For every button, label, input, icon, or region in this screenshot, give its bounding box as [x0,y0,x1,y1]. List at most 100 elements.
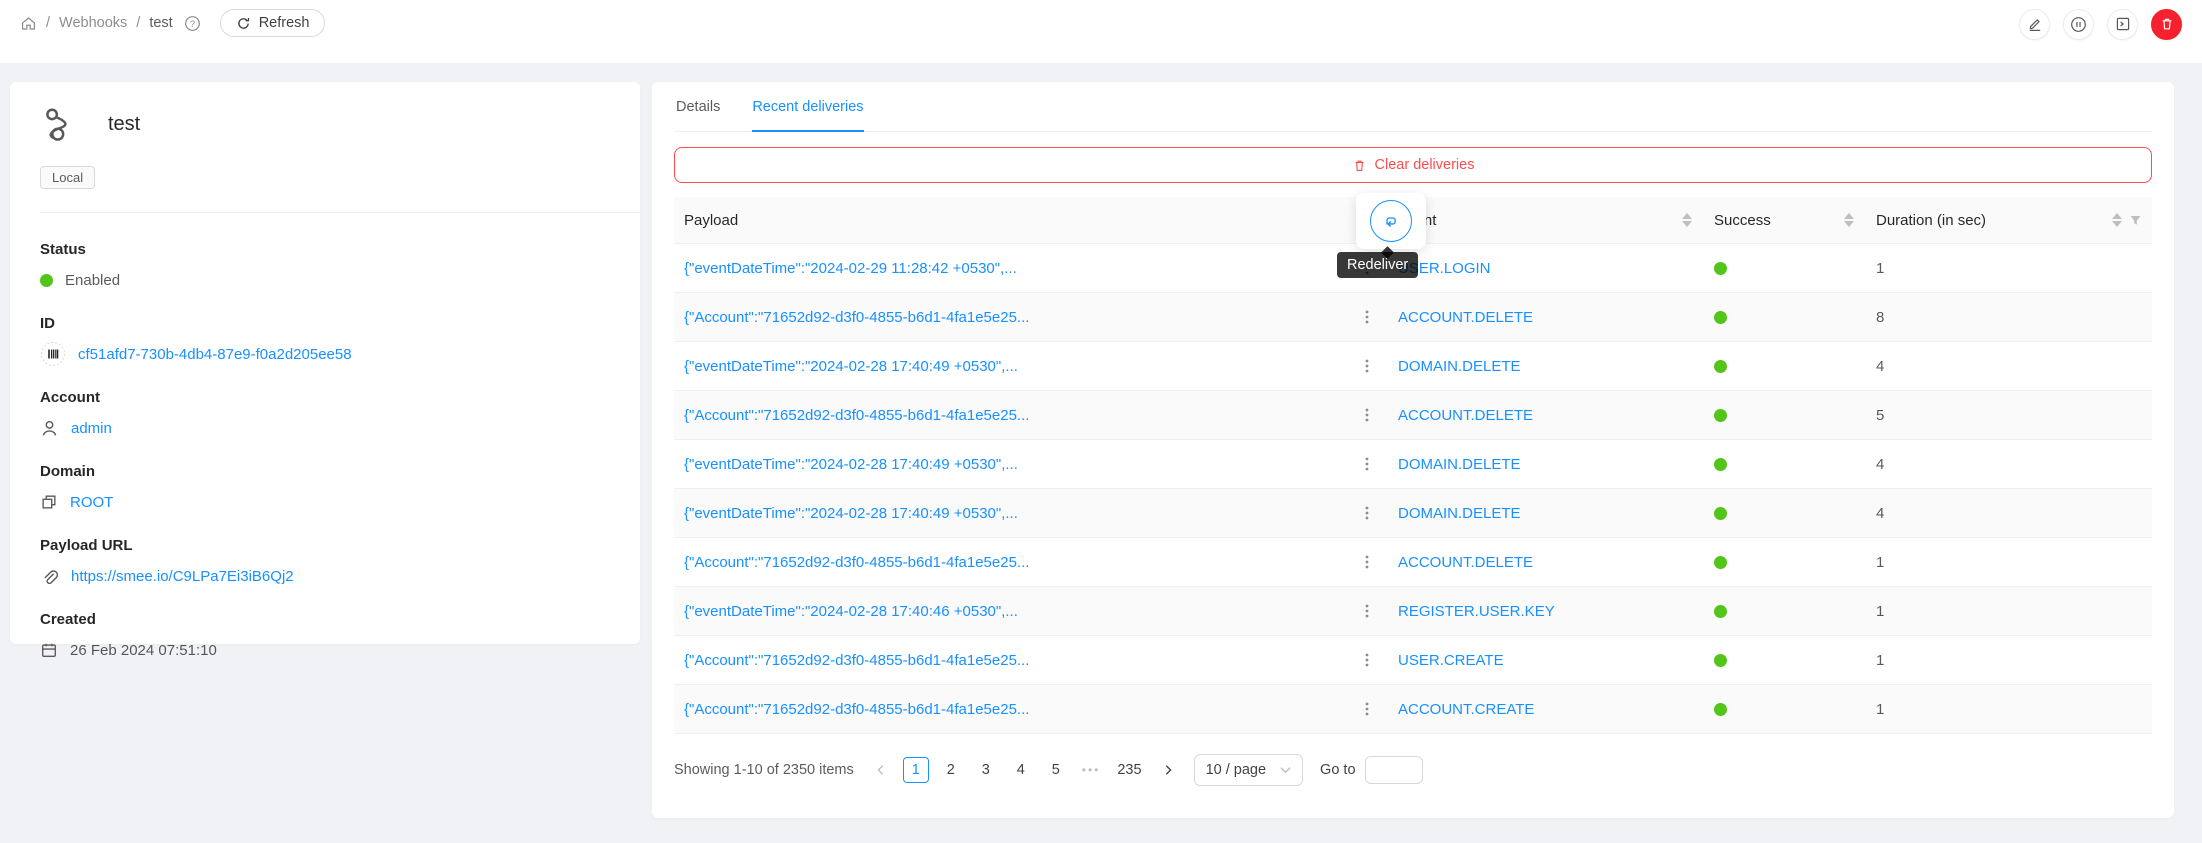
table-row[interactable]: {"eventDateTime":"2024-02-28 17:40:49 +0… [674,489,2152,538]
webhook-summary-card: test Local Status Enabled ID cf51afd7-73… [10,82,640,644]
more-actions-icon[interactable] [1359,701,1375,717]
duration-value: 1 [1876,260,1884,277]
goto-label: Go to [1320,762,1355,778]
event-link[interactable]: DOMAIN.DELETE [1398,456,1521,473]
filter-icon[interactable] [2129,214,2142,227]
home-icon[interactable] [20,15,37,32]
success-dot [1714,458,1727,471]
breadcrumb: / Webhooks / test ? Refresh [20,8,325,38]
more-actions-icon[interactable] [1359,358,1375,374]
webhook-id-link[interactable]: cf51afd7-730b-4db4-87e9-f0a2d205ee58 [78,346,352,363]
table-row[interactable]: {"Account":"71652d92-d3f0-4855-b6d1-4fa1… [674,685,2152,734]
edit-button[interactable] [2019,9,2050,40]
redeliver-tooltip: Redeliver [1337,252,1418,278]
event-link[interactable]: ACCOUNT.CREATE [1398,701,1534,718]
more-actions-icon[interactable] [1359,652,1375,668]
pause-button[interactable] [2063,9,2094,40]
payload-link[interactable]: {"eventDateTime":"2024-02-29 11:28:42 +0… [684,260,1017,277]
event-link[interactable]: ACCOUNT.DELETE [1398,407,1533,424]
payload-link[interactable]: {"eventDateTime":"2024-02-28 17:40:49 +0… [684,456,1018,473]
column-payload[interactable]: Payload [674,212,1354,229]
page-size-value: 10 / page [1206,762,1266,778]
payload-link[interactable]: {"Account":"71652d92-d3f0-4855-b6d1-4fa1… [684,407,1029,424]
payload-link[interactable]: {"Account":"71652d92-d3f0-4855-b6d1-4fa1… [684,652,1029,669]
clear-deliveries-button[interactable]: Clear deliveries [674,147,2152,183]
refresh-button[interactable]: Refresh [220,9,326,37]
status-value: Enabled [65,272,120,289]
sort-caret-icon[interactable] [1844,213,1854,227]
more-actions-icon[interactable] [1359,407,1375,423]
page-button[interactable]: 4 [1008,757,1034,783]
tab-recent-deliveries[interactable]: Recent deliveries [752,82,863,132]
next-page-button[interactable] [1155,757,1181,783]
payload-link[interactable]: {"Account":"71652d92-d3f0-4855-b6d1-4fa1… [684,554,1029,571]
payload-link[interactable]: {"eventDateTime":"2024-02-28 17:40:49 +0… [684,358,1018,375]
event-link[interactable]: ACCOUNT.DELETE [1398,309,1533,326]
table-row[interactable]: {"eventDateTime":"2024-02-28 17:40:46 +0… [674,587,2152,636]
delete-button[interactable] [2151,9,2182,40]
user-icon [40,419,59,438]
payload-link[interactable]: {"Account":"71652d92-d3f0-4855-b6d1-4fa1… [684,701,1029,718]
page-button[interactable]: 3 [973,757,999,783]
page-size-select[interactable]: 10 / page [1194,754,1303,786]
page-list: 12345 ••• 235 [903,757,1146,783]
table-row[interactable]: {"Account":"71652d92-d3f0-4855-b6d1-4fa1… [674,636,2152,685]
more-actions-icon[interactable] [1359,554,1375,570]
chevron-down-icon [1280,766,1291,774]
redeliver-icon [1381,211,1401,231]
question-circle-icon[interactable]: ? [184,15,201,32]
id-label: ID [40,315,610,332]
page-button[interactable]: 1 [903,757,929,783]
domain-link[interactable]: ROOT [70,494,113,511]
page-button[interactable]: 2 [938,757,964,783]
table-row[interactable]: {"Account":"71652d92-d3f0-4855-b6d1-4fa1… [674,391,2152,440]
edit-icon [2027,16,2043,32]
column-duration[interactable]: Duration (in sec) [1864,212,2152,229]
event-link[interactable]: ACCOUNT.DELETE [1398,554,1533,571]
account-link[interactable]: admin [71,420,112,437]
page-ellipsis: ••• [1078,757,1105,783]
payload-url-label: Payload URL [40,537,610,554]
sort-caret-icon[interactable] [1682,213,1692,227]
goto-page-input[interactable] [1365,756,1423,784]
tab-details[interactable]: Details [676,82,720,132]
prev-page-button[interactable] [868,757,894,783]
event-link[interactable]: DOMAIN.DELETE [1398,358,1521,375]
page-button[interactable]: 235 [1113,757,1145,783]
event-link[interactable]: USER.CREATE [1398,652,1504,669]
more-actions-icon[interactable] [1359,603,1375,619]
breadcrumb-webhooks[interactable]: Webhooks [59,15,127,31]
payload-link[interactable]: {"Account":"71652d92-d3f0-4855-b6d1-4fa1… [684,309,1029,326]
column-event[interactable]: Event [1380,212,1702,229]
column-success[interactable]: Success [1702,212,1864,229]
event-link[interactable]: REGISTER.USER.KEY [1398,603,1555,620]
refresh-label: Refresh [259,15,310,31]
success-dot [1714,605,1727,618]
success-dot [1714,556,1727,569]
more-actions-icon[interactable] [1359,456,1375,472]
webhook-icon [42,106,78,142]
redeliver-button[interactable] [1370,200,1412,242]
event-link[interactable]: DOMAIN.DELETE [1398,505,1521,522]
table-row[interactable]: {"Account":"71652d92-d3f0-4855-b6d1-4fa1… [674,293,2152,342]
barcode-icon [40,341,66,367]
success-dot [1714,262,1727,275]
payload-link[interactable]: {"eventDateTime":"2024-02-28 17:40:49 +0… [684,505,1018,522]
payload-url-link[interactable]: https://smee.io/C9LPa7Ei3iB6Qj2 [71,568,294,585]
payload-link[interactable]: {"eventDateTime":"2024-02-28 17:40:46 +0… [684,603,1018,620]
status-label: Status [40,241,610,258]
webhook-sections: Status Enabled ID cf51afd7-730b-4db4-87e… [40,241,610,663]
more-actions-icon[interactable] [1359,309,1375,325]
breadcrumb-current: test [149,15,172,31]
more-actions-icon[interactable] [1359,505,1375,521]
table-row[interactable]: {"eventDateTime":"2024-02-28 17:40:49 +0… [674,342,2152,391]
section-status: Status Enabled [40,241,610,293]
page-button[interactable]: 5 [1043,757,1069,783]
account-label: Account [40,389,610,406]
table-body: {"eventDateTime":"2024-02-29 11:28:42 +0… [674,244,2152,734]
console-button[interactable] [2107,9,2138,40]
table-row[interactable]: {"Account":"71652d92-d3f0-4855-b6d1-4fa1… [674,538,2152,587]
sort-caret-icon[interactable] [2112,213,2122,227]
section-id: ID cf51afd7-730b-4db4-87e9-f0a2d205ee58 [40,315,610,367]
table-row[interactable]: {"eventDateTime":"2024-02-28 17:40:49 +0… [674,440,2152,489]
